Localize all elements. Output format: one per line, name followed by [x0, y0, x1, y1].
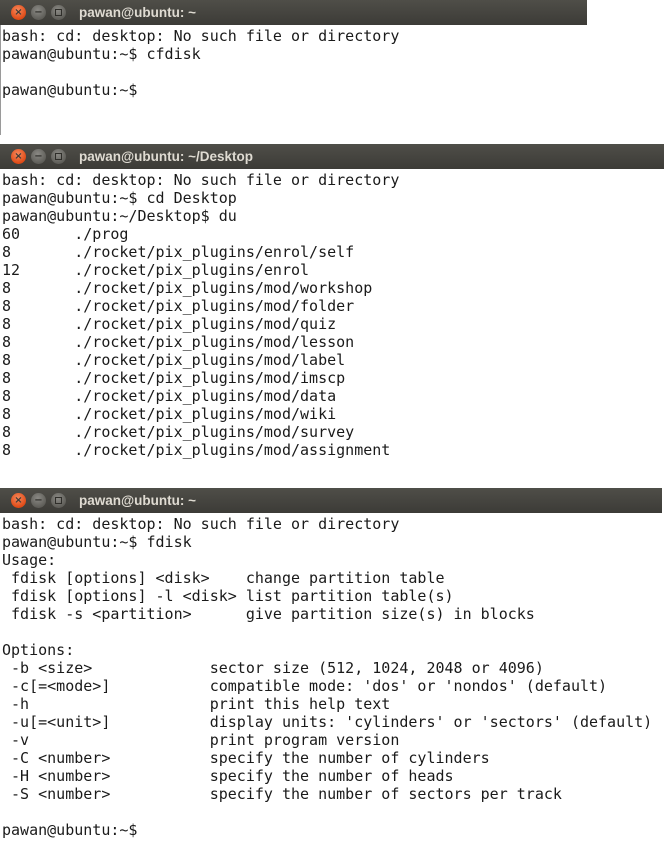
close-icon[interactable]: ×	[11, 149, 26, 164]
terminal-window-2[interactable]: × − pawan@ubuntu: ~/Desktop bash: cd: de…	[0, 144, 664, 466]
terminal-prompt: pawan@ubuntu:~$	[2, 821, 138, 839]
terminal-line: -H <number> specify the number of heads	[2, 767, 454, 785]
terminal-line: fdisk [options] -l <disk> list partition…	[2, 587, 454, 605]
terminal-window-3[interactable]: × − pawan@ubuntu: ~ bash: cd: desktop: N…	[0, 488, 662, 860]
terminal-line: 8 ./rocket/pix_plugins/mod/data	[2, 387, 337, 405]
terminal-window-1[interactable]: × − pawan@ubuntu: ~ bash: cd: desktop: N…	[0, 0, 587, 135]
close-icon[interactable]: ×	[11, 493, 26, 508]
window-title: pawan@ubuntu: ~	[79, 5, 197, 20]
terminal-line: 8 ./rocket/pix_plugins/mod/survey	[2, 423, 355, 441]
terminal-line: -u[=<unit>] display units: 'cylinders' o…	[2, 713, 653, 731]
terminal-line: bash: cd: desktop: No such file or direc…	[2, 515, 400, 533]
maximize-icon[interactable]	[51, 493, 66, 508]
terminal-line: fdisk [options] <disk> change partition …	[2, 569, 445, 587]
terminal-line: Usage:	[2, 551, 57, 569]
terminal-line: pawan@ubuntu:~$ cd Desktop	[2, 189, 237, 207]
maximize-icon[interactable]	[51, 149, 66, 164]
window-titlebar[interactable]: × − pawan@ubuntu: ~/Desktop	[0, 144, 664, 169]
terminal-line: 60 ./prog	[2, 225, 129, 243]
terminal-line: pawan@ubuntu:~$ fdisk	[2, 533, 192, 551]
terminal-line: bash: cd: desktop: No such file or direc…	[2, 27, 400, 45]
terminal-line: 8 ./rocket/pix_plugins/mod/label	[2, 351, 346, 369]
terminal-line: 12 ./rocket/pix_plugins/enrol	[2, 261, 310, 279]
terminal-line: 8 ./rocket/pix_plugins/mod/folder	[2, 297, 355, 315]
terminal-output[interactable]: bash: cd: desktop: No such file or direc…	[0, 25, 587, 135]
terminal-line: 8 ./rocket/pix_plugins/enrol/self	[2, 243, 355, 261]
window-title: pawan@ubuntu: ~/Desktop	[79, 149, 254, 164]
terminal-line: -b <size> sector size (512, 1024, 2048 o…	[2, 659, 544, 677]
terminal-line: 8 ./rocket/pix_plugins/mod/workshop	[2, 279, 373, 297]
terminal-line: Options:	[2, 641, 75, 659]
close-icon[interactable]: ×	[11, 5, 26, 20]
terminal-line: -v print program version	[2, 731, 400, 749]
window-title: pawan@ubuntu: ~	[79, 493, 197, 508]
minimize-icon[interactable]: −	[31, 493, 46, 508]
maximize-icon[interactable]	[51, 5, 66, 20]
minimize-icon[interactable]: −	[31, 149, 46, 164]
terminal-output[interactable]: bash: cd: desktop: No such file or direc…	[0, 169, 664, 466]
minimize-icon[interactable]: −	[31, 5, 46, 20]
terminal-line: -h print this help text	[2, 695, 391, 713]
window-border	[0, 25, 1, 135]
terminal-line: 8 ./rocket/pix_plugins/mod/quiz	[2, 315, 337, 333]
terminal-prompt: pawan@ubuntu:~$	[2, 81, 138, 99]
terminal-line: 8 ./rocket/pix_plugins/mod/assignment	[2, 441, 391, 459]
terminal-line: fdisk -s <partition> give partition size…	[2, 605, 535, 623]
terminal-line: pawan@ubuntu:~$ cfdisk	[2, 45, 201, 63]
terminal-line: bash: cd: desktop: No such file or direc…	[2, 171, 400, 189]
window-titlebar[interactable]: × − pawan@ubuntu: ~	[0, 0, 587, 25]
terminal-line: 8 ./rocket/pix_plugins/mod/imscp	[2, 369, 346, 387]
terminal-line: -C <number> specify the number of cylind…	[2, 749, 490, 767]
terminal-line: 8 ./rocket/pix_plugins/mod/lesson	[2, 333, 355, 351]
window-titlebar[interactable]: × − pawan@ubuntu: ~	[0, 488, 662, 513]
terminal-line: pawan@ubuntu:~/Desktop$ du	[2, 207, 237, 225]
terminal-line: -c[=<mode>] compatible mode: 'dos' or 'n…	[2, 677, 608, 695]
terminal-line: 8 ./rocket/pix_plugins/mod/wiki	[2, 405, 337, 423]
terminal-output[interactable]: bash: cd: desktop: No such file or direc…	[0, 513, 662, 860]
terminal-line: -S <number> specify the number of sector…	[2, 785, 562, 803]
